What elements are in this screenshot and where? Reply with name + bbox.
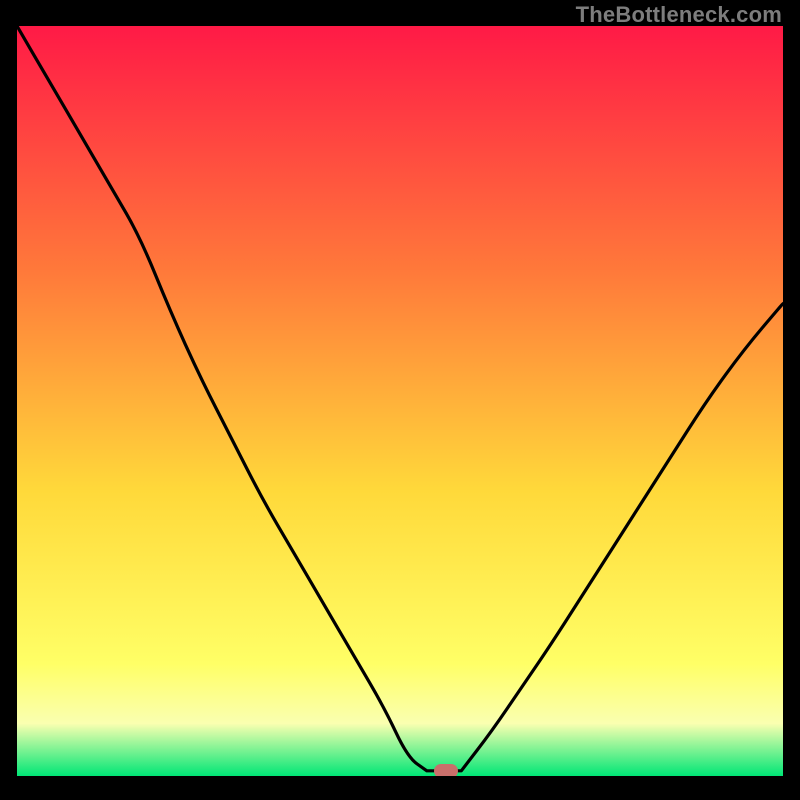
- watermark-label: TheBottleneck.com: [576, 2, 782, 28]
- gradient-background: [17, 26, 783, 776]
- plot-area: [17, 26, 783, 776]
- optimal-marker: [434, 764, 458, 776]
- plot-svg: [17, 26, 783, 776]
- chart-frame: TheBottleneck.com: [0, 0, 800, 800]
